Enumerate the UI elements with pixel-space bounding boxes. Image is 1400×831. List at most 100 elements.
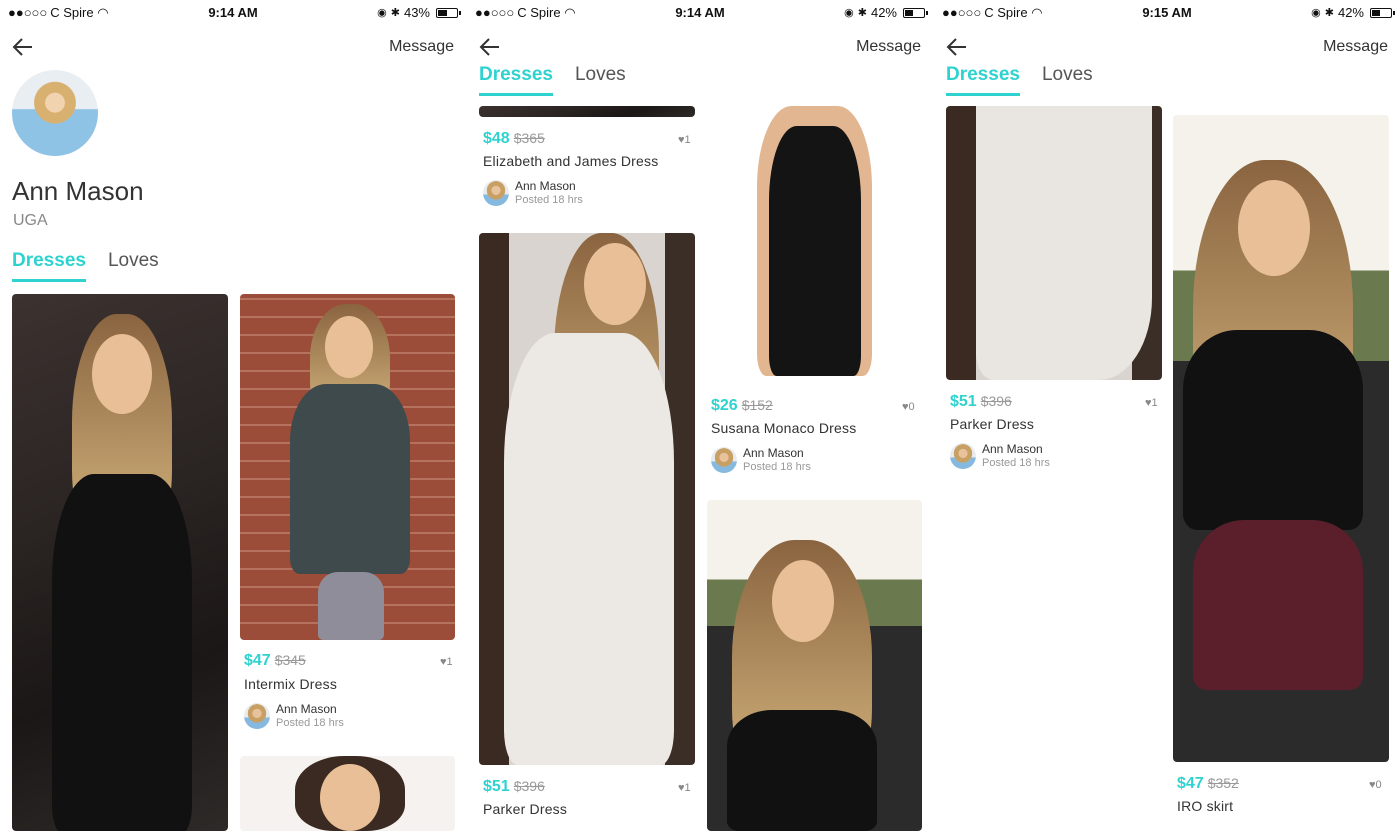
listing-photo[interactable] — [479, 106, 695, 117]
dress-detail — [976, 106, 1152, 380]
model-figure — [295, 756, 405, 831]
alarm-icon: ◉ — [377, 7, 387, 19]
poster-info[interactable]: Ann Mason Posted 18 hrs — [244, 702, 344, 730]
poster-info[interactable]: Ann Mason Posted 18 hrs — [711, 446, 811, 474]
listing-price: $47 $352 — [1177, 775, 1239, 793]
alarm-icon: ◉ — [1311, 7, 1321, 19]
tab-loves[interactable]: Loves — [1042, 64, 1093, 92]
back-arrow-icon[interactable] — [10, 34, 36, 60]
tab-bar: Dresses Loves — [12, 250, 159, 282]
product-dress — [747, 106, 882, 384]
tab-dresses[interactable]: Dresses — [479, 64, 553, 96]
like-count[interactable]: ♥1 — [1145, 397, 1158, 409]
tab-loves[interactable]: Loves — [108, 250, 159, 278]
status-bar: ●●○○○ C Spire ◠ 9:14 AM ◉ ✱ 43% — [0, 0, 466, 26]
like-count[interactable]: ♥1 — [440, 656, 453, 668]
price-original: $365 — [513, 130, 545, 146]
poster-info[interactable]: Ann Mason Posted 18 hrs — [483, 179, 583, 207]
listing-title[interactable]: Intermix Dress — [244, 676, 337, 692]
bluetooth-icon: ✱ — [390, 7, 400, 19]
poster-name: Ann Mason — [982, 442, 1043, 456]
tab-loves[interactable]: Loves — [575, 64, 626, 92]
price-current: $47 — [244, 652, 271, 669]
message-button[interactable]: Message — [1323, 38, 1388, 56]
model-figure — [1183, 160, 1363, 762]
battery-percent: 42% — [870, 5, 897, 20]
posted-time: Posted 18 hrs — [982, 457, 1050, 469]
like-count[interactable]: ♥1 — [678, 134, 691, 146]
listing-photo[interactable] — [1173, 115, 1389, 762]
listing-photo[interactable] — [707, 106, 922, 384]
price-original: $352 — [1207, 775, 1239, 791]
screen-dresses-feed: ●●○○○ C Spire ◠ 9:14 AM ◉ ✱ 42% Message D… — [467, 0, 933, 831]
avatar — [950, 443, 976, 469]
status-bar: ●●○○○ C Spire ◠ 9:15 AM ◉ ✱ 42% — [934, 0, 1400, 26]
nav-bar: Message — [934, 30, 1400, 66]
screen-dresses-feed: ●●○○○ C Spire ◠ 9:15 AM ◉ ✱ 42% Message D… — [934, 0, 1400, 831]
price-current: $47 — [1177, 775, 1204, 792]
model-figure — [499, 233, 679, 765]
back-arrow-icon[interactable] — [944, 34, 970, 60]
profile-school: UGA — [13, 212, 48, 229]
avatar — [244, 703, 270, 729]
nav-bar: Message — [467, 30, 933, 66]
listing-title[interactable]: Parker Dress — [950, 416, 1034, 432]
price-original: $396 — [513, 778, 545, 794]
avatar — [711, 447, 737, 473]
model-figure — [285, 304, 415, 640]
price-current: $51 — [950, 393, 977, 410]
battery-icon — [903, 7, 928, 18]
listing-photo[interactable] — [12, 294, 228, 831]
listing-photo[interactable] — [240, 756, 455, 831]
screen-profile: ●●○○○ C Spire ◠ 9:14 AM ◉ ✱ 43% Message A… — [0, 0, 466, 831]
listing-photo[interactable] — [946, 106, 1162, 380]
tab-bar: Dresses Loves — [946, 64, 1093, 96]
model-figure — [42, 314, 202, 831]
listing-price: $47 $345 — [244, 652, 306, 670]
status-bar: ●●○○○ C Spire ◠ 9:14 AM ◉ ✱ 42% — [467, 0, 933, 26]
bluetooth-icon: ✱ — [857, 7, 867, 19]
price-original: $152 — [741, 397, 773, 413]
battery-icon — [436, 7, 461, 18]
posted-time: Posted 18 hrs — [276, 717, 344, 729]
poster-name: Ann Mason — [276, 702, 337, 716]
listing-title[interactable]: Parker Dress — [483, 801, 567, 817]
message-button[interactable]: Message — [389, 38, 454, 56]
profile-name: Ann Mason — [12, 176, 144, 206]
battery-percent: 42% — [1337, 5, 1364, 20]
back-arrow-icon[interactable] — [477, 34, 503, 60]
battery-percent: 43% — [403, 5, 430, 20]
listing-photo[interactable] — [240, 294, 455, 640]
posted-time: Posted 18 hrs — [743, 461, 811, 473]
like-count[interactable]: ♥1 — [678, 782, 691, 794]
listing-photo[interactable] — [707, 500, 922, 831]
bluetooth-icon: ✱ — [1324, 7, 1334, 19]
price-current: $51 — [483, 778, 510, 795]
tab-dresses[interactable]: Dresses — [946, 64, 1020, 96]
tab-bar: Dresses Loves — [479, 64, 626, 96]
listing-title[interactable]: IRO skirt — [1177, 798, 1233, 814]
listing-price: $48 $365 — [483, 130, 545, 148]
tab-dresses[interactable]: Dresses — [12, 250, 86, 282]
poster-name: Ann Mason — [515, 179, 576, 193]
poster-name: Ann Mason — [743, 446, 804, 460]
avatar — [483, 180, 509, 206]
alarm-icon: ◉ — [844, 7, 854, 19]
price-current: $26 — [711, 397, 738, 414]
battery-icon — [1370, 7, 1395, 18]
like-count[interactable]: ♥0 — [902, 401, 915, 413]
price-original: $396 — [980, 393, 1012, 409]
listing-title[interactable]: Elizabeth and James Dress — [483, 153, 658, 169]
message-button[interactable]: Message — [856, 38, 921, 56]
listing-price: $51 $396 — [483, 778, 545, 796]
posted-time: Posted 18 hrs — [515, 194, 583, 206]
poster-info[interactable]: Ann Mason Posted 18 hrs — [950, 442, 1050, 470]
listing-price: $51 $396 — [950, 393, 1012, 411]
nav-bar: Message — [0, 30, 466, 66]
like-count[interactable]: ♥0 — [1369, 779, 1382, 791]
listing-title[interactable]: Susana Monaco Dress — [711, 420, 856, 436]
price-current: $48 — [483, 130, 510, 147]
model-figure — [727, 540, 877, 831]
listing-photo[interactable] — [479, 233, 695, 765]
profile-avatar — [12, 70, 98, 156]
